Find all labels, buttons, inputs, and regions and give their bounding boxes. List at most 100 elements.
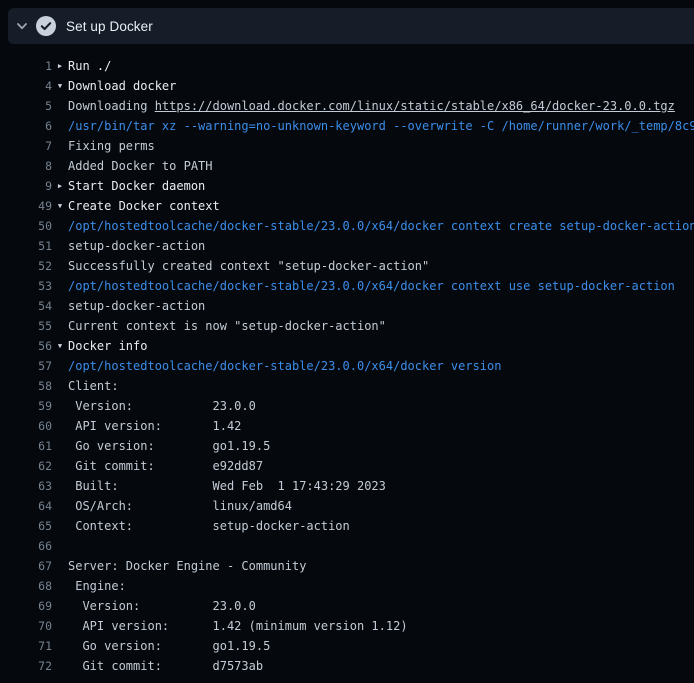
line-number[interactable]: 66 (0, 536, 52, 556)
log-line: 53/opt/hostedtoolcache/docker-stable/23.… (0, 276, 694, 296)
group-title: Docker info (68, 336, 147, 356)
group-title: Download docker (68, 76, 176, 96)
log-group-header[interactable]: 56▼Docker info (0, 336, 694, 356)
log-line: 50/opt/hostedtoolcache/docker-stable/23.… (0, 216, 694, 236)
log-text: Git commit: d7573ab (68, 656, 263, 676)
log-line: 62 Git commit: e92dd87 (0, 456, 694, 476)
log-text: Fixing perms (68, 136, 155, 156)
log-group-header[interactable]: 9▶Start Docker daemon (0, 176, 694, 196)
line-number[interactable]: 51 (0, 236, 52, 256)
log-line: 67 Server: Docker Engine - Community (0, 556, 694, 576)
log-text: Engine: (68, 576, 126, 596)
line-number[interactable]: 8 (0, 156, 52, 176)
log-text: Client: (68, 376, 119, 396)
line-number[interactable]: 55 (0, 316, 52, 336)
log-text: Go version: go1.19.5 (68, 436, 270, 456)
line-number[interactable]: 61 (0, 436, 52, 456)
line-number[interactable]: 50 (0, 216, 52, 236)
line-number[interactable]: 4 (0, 76, 52, 96)
log-line: 52 Successfully created context "setup-do… (0, 256, 694, 276)
log-text: Version: 23.0.0 (68, 396, 256, 416)
group-title: Start Docker daemon (68, 176, 205, 196)
log-group-header[interactable]: 4▼Download docker (0, 76, 694, 96)
caret-expanded-icon: ▼ (52, 196, 68, 216)
log-line: 68 Engine: (0, 576, 694, 596)
log-command-text: /opt/hostedtoolcache/docker-stable/23.0.… (68, 276, 675, 296)
log-line: 6/usr/bin/tar xz --warning=no-unknown-ke… (0, 116, 694, 136)
line-number[interactable]: 60 (0, 416, 52, 436)
caret-expanded-icon: ▼ (52, 336, 68, 356)
status-check-icon (36, 16, 56, 36)
line-number[interactable]: 53 (0, 276, 52, 296)
log-text: Built: Wed Feb 1 17:43:29 2023 (68, 476, 386, 496)
group-title: Create Docker context (68, 196, 220, 216)
line-number[interactable]: 6 (0, 116, 52, 136)
line-number[interactable]: 68 (0, 576, 52, 596)
line-number[interactable]: 65 (0, 516, 52, 536)
log-line: 60 API version: 1.42 (0, 416, 694, 436)
log-text: Successfully created context "setup-dock… (68, 256, 429, 276)
line-number[interactable]: 52 (0, 256, 52, 276)
caret-collapsed-icon: ▶ (52, 176, 68, 196)
caret-expanded-icon: ▼ (52, 76, 68, 96)
log-text: Current context is now "setup-docker-act… (68, 316, 386, 336)
line-number[interactable]: 1 (0, 56, 52, 76)
log-text: setup-docker-action (68, 236, 205, 256)
log-text: API version: 1.42 (68, 416, 241, 436)
log-line: 51 setup-docker-action (0, 236, 694, 256)
log-text: setup-docker-action (68, 296, 205, 316)
line-number[interactable]: 71 (0, 636, 52, 656)
step-title: Set up Docker (66, 19, 153, 34)
log-command-text: /opt/hostedtoolcache/docker-stable/23.0.… (68, 216, 694, 236)
log-line: 58 Client: (0, 376, 694, 396)
log-url-link[interactable]: https://download.docker.com/linux/static… (155, 96, 675, 116)
log-group-header[interactable]: 1▶Run ./ (0, 56, 694, 76)
line-number[interactable]: 72 (0, 656, 52, 676)
line-number[interactable]: 59 (0, 396, 52, 416)
log-line: 65 Context: setup-docker-action (0, 516, 694, 536)
line-number[interactable]: 69 (0, 596, 52, 616)
line-number[interactable]: 54 (0, 296, 52, 316)
line-number[interactable]: 70 (0, 616, 52, 636)
log-line: 72 Git commit: d7573ab (0, 656, 694, 676)
log-line: 54 setup-docker-action (0, 296, 694, 316)
log-line: 66 (0, 536, 694, 556)
log-line: 70 API version: 1.42 (minimum version 1.… (0, 616, 694, 636)
log-text: API version: 1.42 (minimum version 1.12) (68, 616, 408, 636)
log-text: Added Docker to PATH (68, 156, 213, 176)
log-text: Git commit: e92dd87 (68, 456, 263, 476)
log-text: Downloading (68, 96, 155, 116)
log-text: Go version: go1.19.5 (68, 636, 270, 656)
log-command-text: /opt/hostedtoolcache/docker-stable/23.0.… (68, 356, 501, 376)
line-number[interactable]: 56 (0, 336, 52, 356)
line-number[interactable]: 58 (0, 376, 52, 396)
log-text: OS/Arch: linux/amd64 (68, 496, 292, 516)
log-text: Version: 23.0.0 (68, 596, 256, 616)
line-number[interactable]: 49 (0, 196, 52, 216)
chevron-down-icon[interactable] (8, 8, 36, 44)
line-number[interactable]: 57 (0, 356, 52, 376)
log-line: 8 Added Docker to PATH (0, 156, 694, 176)
line-number[interactable]: 62 (0, 456, 52, 476)
caret-collapsed-icon: ▶ (52, 56, 68, 76)
log-command-text: /usr/bin/tar xz --warning=no-unknown-key… (68, 116, 694, 136)
log-viewer[interactable]: 1▶Run ./4▼Download docker5Downloading ht… (0, 44, 694, 683)
log-text: Context: setup-docker-action (68, 516, 350, 536)
log-text: Server: Docker Engine - Community (68, 556, 306, 576)
log-line: 69 Version: 23.0.0 (0, 596, 694, 616)
line-number[interactable]: 7 (0, 136, 52, 156)
line-number[interactable]: 63 (0, 476, 52, 496)
log-line: 57/opt/hostedtoolcache/docker-stable/23.… (0, 356, 694, 376)
line-number[interactable]: 5 (0, 96, 52, 116)
log-line: 59 Version: 23.0.0 (0, 396, 694, 416)
group-title: Run ./ (68, 56, 111, 76)
line-number[interactable]: 67 (0, 556, 52, 576)
step-header[interactable]: Set up Docker (8, 8, 694, 44)
line-number[interactable]: 9 (0, 176, 52, 196)
line-number[interactable]: 64 (0, 496, 52, 516)
log-line: 55 Current context is now "setup-docker-a… (0, 316, 694, 336)
log-line: 7 Fixing perms (0, 136, 694, 156)
log-line: 64 OS/Arch: linux/amd64 (0, 496, 694, 516)
log-group-header[interactable]: 49▼Create Docker context (0, 196, 694, 216)
log-line: 5 Downloading https://download.docker.com… (0, 96, 694, 116)
